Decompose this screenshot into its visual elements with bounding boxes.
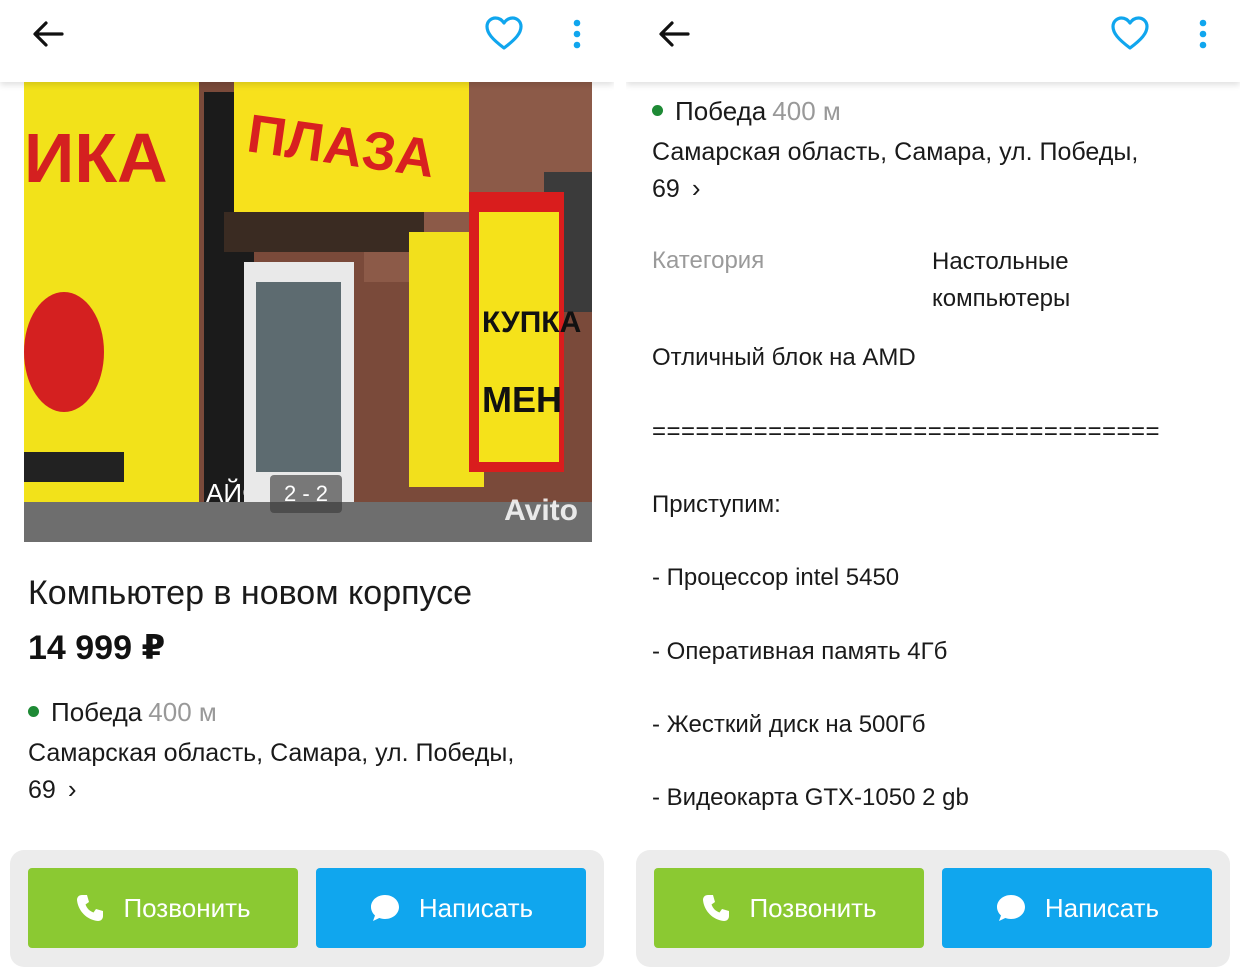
metro-distance: 400 м [772,96,841,126]
heart-icon [485,16,523,50]
phone-icon [703,895,730,921]
svg-text:КУПКА: КУПКА [482,306,581,339]
metro-distance: 400 м [148,697,217,727]
favorite-button[interactable] [1108,14,1152,54]
more-menu-button[interactable] [1188,14,1218,54]
storefront-photo: ИКА АЙФОНЫ ПЛАЗА КУПКА МЕН [24,82,592,542]
address-line-2: 69 [28,776,56,804]
call-button[interactable]: Позвонить [28,868,298,948]
svg-text:МЕН: МЕН [482,379,562,420]
heart-icon [1111,16,1149,50]
message-button-label: Написать [418,892,534,923]
metro-info: Победа 400 м [652,96,841,127]
left-screen: ИКА АЙФОНЫ ПЛАЗА КУПКА МЕН 2 - 2 Avito К… [0,0,614,967]
call-button-label: Позвонить [123,892,251,923]
more-menu-button[interactable] [562,14,592,54]
back-button[interactable] [654,16,698,52]
chat-bubble-icon [370,895,399,921]
description-line: - Процессор intel 5450 [652,564,900,591]
chevron-right-icon: › [691,173,701,203]
chevron-right-icon: › [67,774,77,804]
message-button[interactable]: Написать [316,868,586,948]
address-line-1: Самарская область, Самара, ул. Победы, [28,739,515,767]
description-line: - Оперативная память 4Гб [652,638,948,665]
listing-photo[interactable]: ИКА АЙФОНЫ ПЛАЗА КУПКА МЕН 2 - 2 Avito [24,82,592,542]
right-screen: Победа 400 м Самарская область, Самара, у… [626,0,1240,967]
call-button[interactable]: Позвонить [654,868,924,948]
address-line-1: Самарская область, Самара, ул. Победы, [652,138,1139,166]
address-line-2: 69 [652,175,680,203]
favorite-button[interactable] [482,14,526,54]
category-value-line-1: Настольные [932,248,1069,275]
description-line: Приступим: [652,491,781,518]
kebab-menu-icon [573,19,581,49]
watermark: Avito [504,494,578,527]
metro-info: Победа 400 м [28,697,217,728]
action-bar: Позвонить Написать [10,850,604,967]
description-line: Отличный блок на AMD [652,344,916,371]
category-value-line-2: компьютеры [932,285,1071,312]
kebab-menu-icon [1199,19,1207,49]
call-button-label: Позвонить [749,892,877,923]
description-line: - Жесткий диск на 500Гб [652,711,926,738]
category-label: Категория [652,247,765,274]
description-line: - Видеокарта GTX-1050 2 gb [652,784,969,811]
listing-title: Компьютер в новом корпусе [28,574,473,612]
message-button[interactable]: Написать [942,868,1212,948]
top-bar [0,0,614,82]
category-value: Настольные компьютеры [932,243,1070,317]
address-link[interactable]: Самарская область, Самара, ул. Победы, 6… [652,134,1138,207]
message-button-label: Написать [1044,892,1160,923]
address-link[interactable]: Самарская область, Самара, ул. Победы, 6… [28,735,514,808]
arrow-left-icon [33,21,64,47]
listing-price: 14 999 ₽ [28,629,166,667]
metro-station: Победа [51,697,143,727]
arrow-left-icon [659,21,690,47]
metro-station: Победа [675,96,767,126]
photo-counter: 2 - 2 [270,475,343,513]
chat-bubble-icon [996,895,1025,921]
phone-icon [77,895,104,921]
svg-text:ИКА: ИКА [24,119,168,197]
metro-dot-icon [652,104,663,116]
description-line: =================================== [652,418,1161,445]
top-bar [626,0,1240,82]
back-button[interactable] [28,16,72,52]
action-bar: Позвонить Написать [636,850,1230,967]
metro-dot-icon [28,705,39,717]
